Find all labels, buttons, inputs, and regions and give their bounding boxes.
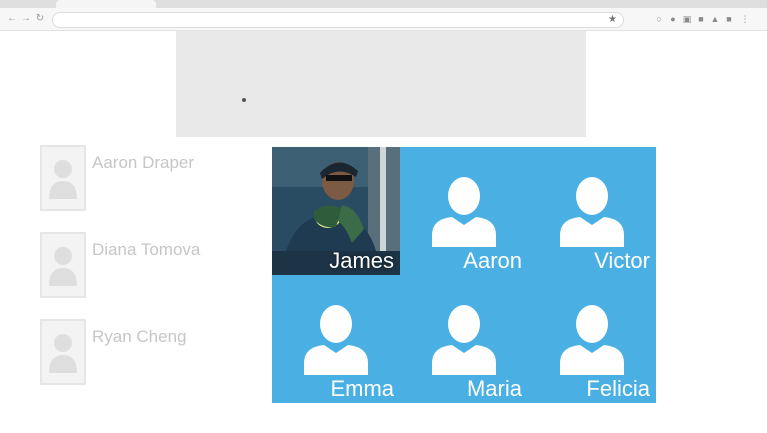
contact-photo [40,232,86,298]
person-tile[interactable]: James [272,147,400,275]
tile-label: Victor [594,248,650,273]
cursor-dot [242,98,246,102]
browser-tab[interactable] [56,0,156,8]
person-avatar-icon [432,305,496,375]
contact-name: Aaron Draper [92,153,195,172]
forward-arrow-icon[interactable]: → [20,13,32,25]
person-tile[interactable]: Felicia [528,275,656,403]
person-tile[interactable]: Maria [400,275,528,403]
header-banner [176,31,586,137]
person-tile[interactable]: Aaron [400,147,528,275]
extension-icon[interactable]: ○ [654,14,664,24]
tile-label: Felicia [586,376,650,401]
menu-icon[interactable]: ⋮ [740,14,750,24]
extension-icon[interactable]: ■ [696,14,706,24]
tile-label: Emma [330,376,394,401]
back-arrow-icon[interactable]: ← [6,13,18,25]
people-tile-grid: James Aaron Victor Emma Maria Felicia [272,147,656,403]
person-avatar-icon [304,305,368,375]
contact-photo [40,145,86,211]
person-avatar-icon [432,177,496,247]
person-tile[interactable]: Emma [272,275,400,403]
contact-name: Diana Tomova [92,240,201,259]
tile-label: Aaron [463,248,522,273]
contact-card[interactable]: Diana Tomova [40,232,245,302]
browser-toolbar: ← → ↻ ★ ○ ● ▣ ■ ▲ ■ ⋮ [0,8,767,31]
reload-icon[interactable]: ↻ [34,13,46,25]
person-avatar-icon [560,177,624,247]
extension-icon[interactable]: ▲ [710,14,720,24]
tile-label: Maria [466,376,522,401]
person-tile[interactable]: Victor [528,147,656,275]
star-icon[interactable]: ★ [608,14,617,26]
extension-icon[interactable]: ▣ [682,14,692,24]
person-icon [49,160,77,199]
tile-label: James [329,248,394,273]
person-icon [49,334,77,373]
contact-card[interactable]: Ryan Cheng [40,319,245,389]
extension-icon[interactable]: ■ [724,14,734,24]
address-bar[interactable]: ★ [52,12,624,28]
person-avatar-icon [560,305,624,375]
contact-photo [40,319,86,385]
contact-name: Ryan Cheng [92,327,187,346]
person-icon [49,247,77,286]
extension-icon[interactable]: ● [668,14,678,24]
contact-card[interactable]: Aaron Draper [40,145,245,215]
